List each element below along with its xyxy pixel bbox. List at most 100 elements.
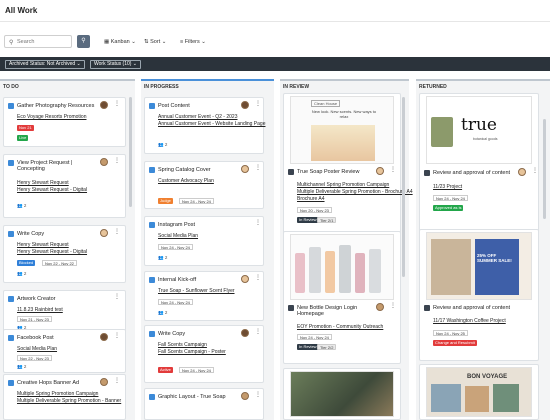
task-icon (149, 222, 155, 228)
more-icon[interactable]: ⋮ (255, 328, 261, 335)
card-new-bottle-design[interactable]: New Bottle Design Login Homepage ⋮ EOY P… (283, 231, 401, 364)
filters-label: Filters (184, 39, 200, 45)
date-range: Nov 22 - Nov 23 (17, 355, 52, 361)
avatar[interactable] (376, 303, 384, 311)
search-button[interactable]: ⚲ (77, 35, 90, 48)
task-icon (8, 296, 14, 302)
proof-icon (424, 305, 430, 311)
product-image (311, 125, 375, 161)
card-true-soap-poster[interactable]: Clean House New look. New scents. New wa… (283, 93, 413, 241)
work-status-chip[interactable]: Work Status (10) ⌄ (90, 60, 142, 69)
true-brand-thumbnail: true botanical goods (426, 96, 532, 164)
date-range: Nov 24 - Nov 24 (297, 334, 332, 340)
search-icon: ⚲ (9, 40, 14, 46)
sort-button[interactable]: ⇅ Sort ⌄ (144, 39, 166, 45)
more-icon[interactable]: ⋮ (255, 164, 261, 171)
column-in-progress: IN PROGRESS Post Content ⋮ Annual Custom… (141, 79, 274, 420)
card-returned-3[interactable]: BON VOYAGE (419, 364, 539, 420)
kanban-view-button[interactable]: ▦ Kanban ⌄ (104, 39, 136, 45)
card-in-review-3[interactable] (283, 368, 401, 420)
column-title: IN REVIEW (283, 84, 310, 90)
filter-icon: ≡ (180, 39, 184, 45)
status-badge: In Review (297, 344, 319, 350)
archived-status-chip[interactable]: Archived Status: Not Archived ⌄ (5, 60, 85, 69)
more-icon[interactable]: ⋮ (255, 219, 261, 226)
card-review-approval-2[interactable]: 25% OFF SUMMER SALE! Review and approval… (419, 229, 539, 361)
tier-badge: Tier 2/1 (317, 217, 337, 223)
task-icon (8, 103, 14, 109)
task-icon (149, 277, 155, 283)
avatar[interactable] (100, 333, 108, 341)
more-icon[interactable]: ⋮ (114, 332, 120, 339)
task-icon (8, 335, 14, 341)
filters-button[interactable]: ≡ Filters ⌄ (180, 39, 206, 45)
date-range: Nov 24 - Nov 24 (158, 299, 193, 305)
card-write-copy[interactable]: Write Copy ⋮ Henry Stewart Request Henry… (3, 225, 126, 283)
card-artwork-creator[interactable]: Artwork Creator ⋮ 11.8.23 Rainbird test … (3, 290, 126, 334)
toolbar: ⚲ ⚲ ▦ Kanban ⌄ ⇅ Sort ⌄ ≡ Filters ⌄ (0, 31, 550, 53)
task-icon (149, 103, 155, 109)
date-range: Nov 21 - Nov 23 (17, 316, 52, 322)
avatar[interactable] (241, 165, 249, 173)
date-range: Nov 24 - Nov 24 (179, 198, 214, 204)
avatar[interactable] (241, 101, 249, 109)
card-creative-hops-banner[interactable]: Creative Hops Banner Ad ⋮ Multiple Sprin… (3, 374, 126, 420)
card-post-content[interactable]: Post Content ⋮ Annual Customer Event - Q… (144, 97, 265, 154)
proof-icon (424, 170, 430, 176)
people-count: 👥 2 (158, 142, 168, 147)
card-graphic-layout[interactable]: Graphic Layout - True Soap ⋮ (144, 388, 264, 420)
people-count: 👥 2 (17, 203, 27, 208)
more-icon[interactable]: ⋮ (532, 167, 538, 174)
task-icon (149, 394, 155, 400)
kanban-label: Kanban (110, 39, 130, 45)
card-review-approval-1[interactable]: true botanical goods Review and approval… (419, 93, 539, 233)
people-count: 👥 2 (158, 310, 168, 315)
more-icon[interactable]: ⋮ (114, 228, 120, 235)
card-write-copy-fall[interactable]: Write Copy ⋮ Fall Scents Campaign Fall S… (144, 325, 264, 383)
more-icon[interactable]: ⋮ (255, 391, 261, 398)
due-date-badge: Nov 21 (17, 125, 34, 131)
avatar[interactable] (100, 378, 108, 386)
more-icon[interactable]: ⋮ (255, 274, 261, 281)
photo-thumbnail (290, 371, 394, 417)
more-icon[interactable]: ⋮ (390, 166, 396, 173)
card-view-project-request[interactable]: View Project Request | Concepting ⋮ Henr… (3, 154, 126, 218)
more-icon[interactable]: ⋮ (390, 302, 396, 309)
card-gather-photography[interactable]: Gather Photography Resources ⋮ Eco Voyag… (3, 97, 126, 147)
search-box[interactable]: ⚲ (4, 35, 72, 48)
avatar[interactable] (241, 329, 249, 337)
card-instagram-post[interactable]: Instagram Post ⋮ Social Media Plan Nov 2… (144, 216, 264, 266)
more-icon[interactable]: ⋮ (114, 377, 120, 384)
search-input[interactable] (17, 38, 69, 46)
column-title: RETURNED (419, 84, 447, 90)
avatar[interactable] (241, 275, 249, 283)
avatar[interactable] (376, 167, 384, 175)
kanban-icon: ▦ (104, 39, 110, 45)
card-spring-catalog-cover[interactable]: Spring Catalog Cover ⋮ Customer Advocacy… (144, 161, 264, 209)
more-icon[interactable]: ⋮ (114, 157, 120, 164)
travel-thumbnail: BON VOYAGE (426, 367, 532, 417)
more-icon[interactable]: ⋮ (114, 100, 120, 107)
scrollbar[interactable] (543, 119, 546, 219)
more-icon[interactable]: ⋮ (114, 293, 120, 300)
card-facebook-post[interactable]: Facebook Post ⋮ Social Media Plan Nov 22… (3, 329, 126, 373)
avatar[interactable] (100, 158, 108, 166)
task-icon (149, 331, 155, 337)
tier-badge: Tier 2/2 (317, 344, 337, 350)
sort-icon: ⇅ (144, 39, 149, 45)
people-count: 👥 2 (158, 255, 168, 260)
date-range: Nov 20 - Nov 23 (297, 207, 332, 213)
people-count: 👥 2 (17, 364, 27, 369)
date-range: Nov 24 - Nov 25 (433, 330, 468, 336)
card-internal-kickoff[interactable]: Internal Kick-off ⋮ True Soap - Sunflowe… (144, 271, 264, 321)
proof-icon (288, 305, 294, 311)
scrollbar[interactable] (402, 97, 405, 277)
avatar[interactable] (100, 101, 108, 109)
sort-label: Sort (150, 39, 161, 45)
task-icon (8, 231, 14, 237)
avatar[interactable] (518, 168, 526, 176)
avatar[interactable] (241, 392, 249, 400)
scrollbar[interactable] (129, 97, 132, 207)
avatar[interactable] (100, 229, 108, 237)
more-icon[interactable]: ⋮ (255, 100, 261, 107)
